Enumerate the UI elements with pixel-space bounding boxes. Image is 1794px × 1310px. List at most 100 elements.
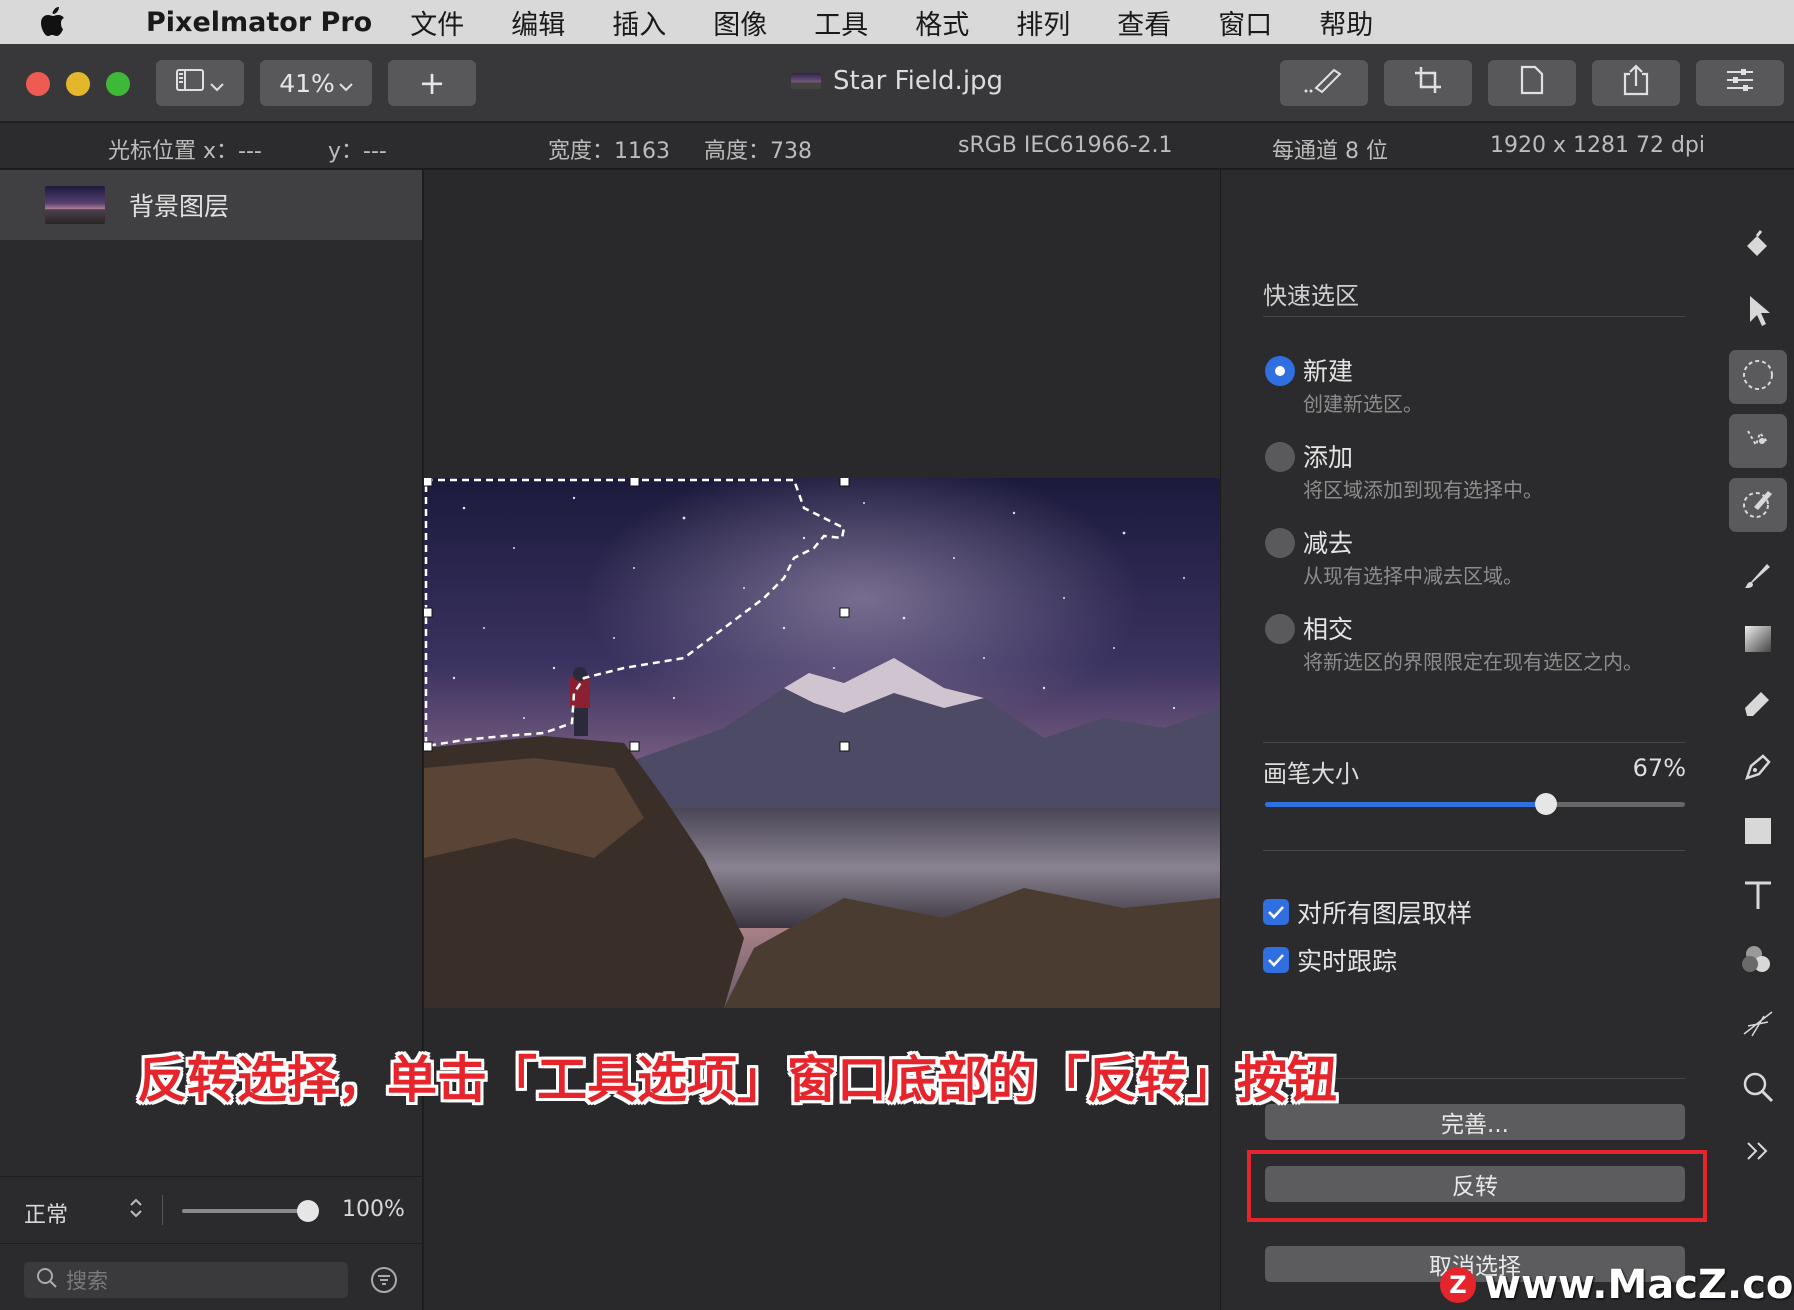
layer-thumbnail [45, 186, 105, 224]
quick-selection-brush-icon [1740, 485, 1776, 525]
info-bar: 光标位置 x：--- y：--- 宽度：1163 高度：738 sRGB IEC… [0, 123, 1794, 169]
menu-bar: Pixelmator Pro 文件 编辑 插入 图像 工具 格式 排列 查看 窗… [0, 0, 1794, 44]
pen-nib-icon [1741, 750, 1775, 788]
tool-quick-selection[interactable] [1729, 478, 1787, 532]
document-thumbnail-icon [790, 73, 821, 89]
watermark: Z www.MacZ.com [1440, 1262, 1794, 1308]
menu-arrange[interactable]: 排列 [1016, 3, 1070, 42]
tool-freeform-selection[interactable] [1729, 414, 1787, 468]
brush-size-value: 67% [1632, 754, 1686, 782]
sparkle-brush-icon [1740, 1006, 1776, 1044]
cursor-x: 光标位置 x：--- [108, 139, 262, 164]
tool-shapes[interactable] [1729, 806, 1787, 860]
menu-tools[interactable]: 工具 [814, 3, 868, 42]
blend-opacity-row: 正常 100% [0, 1176, 422, 1244]
menu-edit[interactable]: 编辑 [511, 3, 565, 42]
menu-window[interactable]: 窗口 [1218, 3, 1272, 42]
magnifier-icon [1741, 1070, 1775, 1108]
menu-help[interactable]: 帮助 [1319, 3, 1373, 42]
tool-color-adjust[interactable] [1729, 934, 1787, 988]
document-title-text: Star Field.jpg [832, 66, 1004, 96]
tool-type[interactable] [1729, 870, 1787, 924]
watermark-logo-icon: Z [1440, 1267, 1476, 1303]
live-tracking-checkbox[interactable]: 实时跟踪 [1263, 942, 1397, 978]
radio-add[interactable] [1265, 442, 1295, 472]
live-tracking-label: 实时跟踪 [1297, 947, 1398, 976]
sliders-icon [1725, 67, 1755, 99]
radio-new[interactable] [1265, 356, 1295, 386]
menu-insert[interactable]: 插入 [612, 3, 666, 42]
chevron-down-icon [339, 69, 353, 98]
search-icon [36, 1267, 58, 1293]
document-icon [1520, 65, 1544, 101]
divider [1263, 850, 1685, 851]
tool-options-title: 快速选区 [1263, 282, 1359, 310]
menu-format[interactable]: 格式 [915, 3, 969, 42]
radio-intersect[interactable] [1265, 614, 1295, 644]
apple-icon[interactable] [40, 7, 98, 37]
image-height: 高度：738 [704, 139, 812, 164]
mode-add-label: 添加 [1303, 443, 1354, 472]
eraser-icon [1741, 686, 1775, 724]
sidebar-toggle-button[interactable] [156, 60, 244, 106]
radio-subtract[interactable] [1265, 528, 1295, 558]
up-down-chevron-icon[interactable] [128, 1195, 144, 1227]
tool-options-panel: 快速选区 新建 创建新选区。 添加 将区域添加到现有选择中。 减去 从现有选择中… [1220, 170, 1726, 1310]
tool-gradient[interactable] [1729, 614, 1787, 668]
tool-paint-bucket[interactable] [1729, 220, 1787, 274]
layer-row-background[interactable]: 背景图层 [0, 170, 422, 240]
toolbar: 41% + Star Field.jpg [0, 44, 1794, 122]
mode-new-desc: 创建新选区。 [1303, 392, 1423, 416]
style-button[interactable] [1280, 60, 1368, 106]
layer-name: 背景图层 [129, 192, 230, 221]
tool-pen[interactable] [1729, 742, 1787, 796]
document-button[interactable] [1488, 60, 1576, 106]
crop-button[interactable] [1384, 60, 1472, 106]
tool-arrange[interactable] [1729, 286, 1787, 340]
tutorial-caption: 反转选择，单击「工具选项」窗口底部的「反转」按钮 [137, 1051, 1337, 1109]
brush-stroke-icon [1302, 66, 1346, 100]
color-profile: sRGB IEC61966-2.1 [958, 133, 1173, 158]
minimize-window-button[interactable] [66, 72, 90, 96]
opacity-slider-knob[interactable] [297, 1200, 319, 1222]
opacity-slider-track[interactable] [182, 1200, 319, 1222]
divider [1263, 316, 1685, 317]
menu-file[interactable]: 文件 [410, 3, 464, 42]
tool-retouch[interactable] [1729, 998, 1787, 1052]
menu-view[interactable]: 查看 [1117, 3, 1171, 42]
zoom-dropdown[interactable]: 41% [260, 60, 372, 106]
crop-icon [1413, 65, 1443, 101]
chevron-down-icon [210, 69, 224, 98]
lasso-icon [1740, 421, 1776, 461]
mode-intersect-label: 相交 [1303, 615, 1354, 644]
divider [1263, 742, 1685, 743]
brush-size-knob[interactable] [1535, 793, 1558, 815]
zoom-window-button[interactable] [106, 72, 130, 96]
more-tools-button[interactable] [1729, 1126, 1787, 1180]
layer-search-input[interactable]: 搜索 [24, 1262, 348, 1298]
close-window-button[interactable] [26, 72, 50, 96]
brush-size-fill [1265, 802, 1547, 807]
sample-all-layers-checkbox[interactable]: 对所有图层取样 [1263, 894, 1472, 930]
tool-paint[interactable] [1729, 550, 1787, 604]
checkmark-icon [1263, 947, 1289, 973]
bit-depth: 每通道 8 位 [1272, 139, 1388, 164]
brush-size-slider[interactable] [1265, 793, 1685, 815]
canvas-area[interactable] [424, 170, 1220, 1310]
tool-eraser[interactable] [1729, 678, 1787, 732]
double-chevron-right-icon [1745, 1141, 1771, 1165]
tool-shape-selection[interactable] [1729, 350, 1787, 404]
search-placeholder: 搜索 [66, 1269, 108, 1293]
app-menu[interactable]: Pixelmator Pro [146, 7, 372, 38]
share-button[interactable] [1592, 60, 1680, 106]
menu-image[interactable]: 图像 [713, 3, 767, 42]
image-star-field[interactable] [424, 478, 1220, 1008]
tool-zoom[interactable] [1729, 1062, 1787, 1116]
mode-new-label: 新建 [1303, 357, 1354, 386]
watermark-text: www.MacZ.com [1484, 1262, 1794, 1308]
blend-mode-select[interactable]: 正常 [24, 1197, 68, 1229]
add-button[interactable]: + [388, 60, 476, 106]
adjustments-button[interactable] [1696, 60, 1784, 106]
filter-icon[interactable] [370, 1266, 398, 1298]
pointer-arrow-icon [1744, 294, 1772, 332]
